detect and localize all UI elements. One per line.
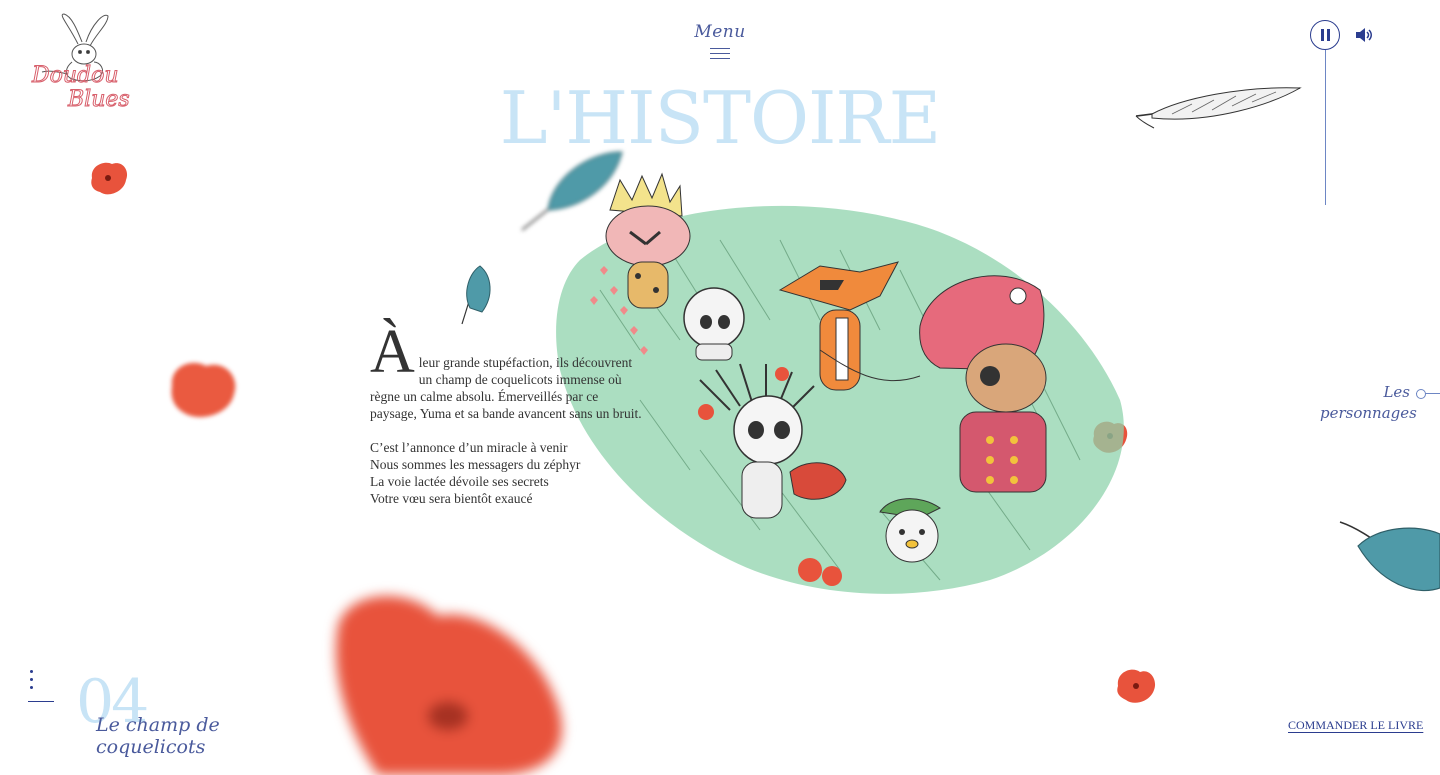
- chapter-title: Le champ de coquelicots: [96, 714, 256, 758]
- poppy-large-blurred-icon: [336, 595, 562, 775]
- order-book-link[interactable]: COMMANDER LE LIVRE: [1288, 718, 1423, 733]
- nav-label-line1: Les: [1383, 383, 1410, 401]
- chapter-underline: [28, 701, 54, 702]
- vertical-dots-icon[interactable]: [30, 670, 36, 694]
- logo-text-blues: Blues: [67, 87, 130, 112]
- poppy-small-icon: [1117, 669, 1156, 703]
- menu-label: Menu: [694, 22, 746, 42]
- nav-dot-icon: [1416, 389, 1426, 399]
- chapter-title-line2: coquelicots: [96, 736, 206, 758]
- pause-button[interactable]: [1310, 20, 1340, 50]
- hamburger-icon: [710, 48, 730, 59]
- bunny-logo-icon: Doudou Blues: [31, 13, 130, 113]
- nav-label-line2: personnages: [1320, 404, 1417, 422]
- audio-progress-line: [1325, 50, 1326, 205]
- poppy-icon: [91, 162, 128, 195]
- story-text: À leur grande stupéfaction, ils découvre…: [370, 318, 645, 507]
- volume-icon[interactable]: [1354, 26, 1374, 44]
- large-teal-feather-icon: [1339, 521, 1440, 592]
- poem-line: Nous sommes les messagers du zéphyr: [370, 457, 581, 472]
- nav-les-personnages[interactable]: Les personnages: [1320, 382, 1440, 424]
- poem-line: C’est l’annonce d’un miracle à venir: [370, 440, 568, 455]
- dropcap-letter: À: [370, 321, 415, 383]
- logo-text-doudou: Doudou: [31, 63, 119, 88]
- page-title: L'HISTOIRE: [499, 76, 941, 160]
- chapter-title-line1: Le champ de: [96, 714, 220, 736]
- menu-button[interactable]: Menu: [690, 22, 750, 63]
- small-teal-feather-icon: [461, 265, 491, 325]
- dropcap-text: À: [370, 318, 415, 386]
- story-poem: C’est l’annonce d’un miracle à venir Nou…: [370, 439, 645, 507]
- doudou-blues-logo[interactable]: Doudou Blues: [28, 12, 134, 113]
- poppy-blurred-icon: [171, 362, 236, 418]
- nav-les-personnages-label: Les personnages: [1320, 382, 1417, 424]
- gray-feather-icon: [1135, 87, 1302, 129]
- poem-line: La voie lactée dévoile ses secrets: [370, 474, 549, 489]
- poem-line: Votre vœu sera bientôt exaucé: [370, 491, 533, 506]
